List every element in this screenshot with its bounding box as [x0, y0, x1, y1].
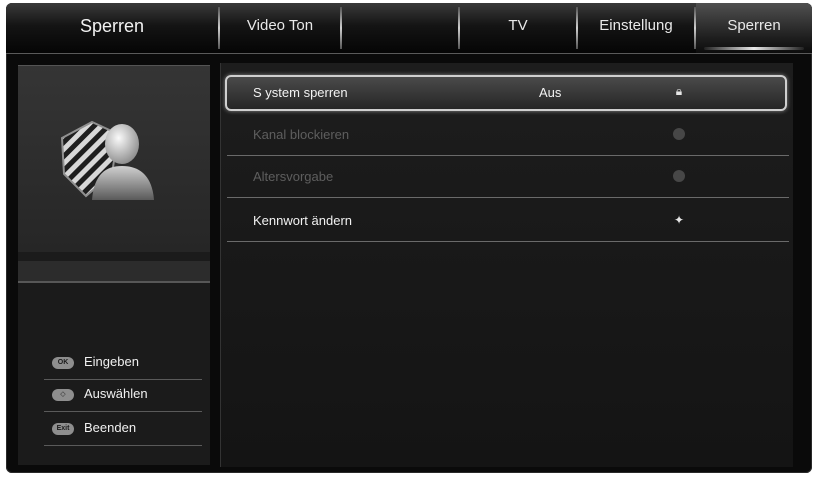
hint-label: Auswählen — [84, 386, 148, 401]
user-lock-icon — [60, 120, 154, 200]
top-bar: Sperren Video Ton TV Einstellung Sperren — [6, 3, 812, 54]
dot-icon — [673, 128, 685, 140]
tab-empty[interactable] — [342, 3, 458, 53]
tab-tv[interactable]: TV — [460, 3, 576, 53]
hint-exit: Exit Beenden — [44, 417, 202, 446]
tab-video-ton[interactable]: Video Ton — [220, 3, 340, 53]
info-strip — [18, 261, 210, 283]
menu-item-label: S ystem sperren — [253, 85, 348, 100]
tab-sperren[interactable]: Sperren — [696, 3, 812, 53]
dot-icon — [673, 170, 685, 182]
exit-key-icon: Exit — [52, 423, 74, 435]
tab-einstellung[interactable]: Einstellung — [578, 3, 694, 53]
menu-item-system-sperren[interactable]: S ystem sperren Aus 🔒︎ — [225, 75, 787, 111]
navigate-key-icon: ◇ — [52, 389, 74, 401]
menu-item-altersvorgabe[interactable]: Altersvorgabe — [227, 159, 789, 198]
hint-ok: OK Eingeben — [44, 351, 202, 380]
menu-item-kanal-blockieren[interactable]: Kanal blockieren — [227, 117, 789, 156]
lock-icon: 🔒︎ — [675, 84, 683, 98]
menu-item-label: Altersvorgabe — [253, 169, 334, 184]
hint-navigate: ◇ Auswählen — [44, 383, 202, 412]
hint-label: Eingeben — [84, 354, 139, 369]
avatar-panel — [18, 65, 210, 252]
ok-key-icon: OK — [52, 357, 74, 369]
menu-item-label: Kanal blockieren — [253, 127, 350, 142]
hint-label: Beenden — [84, 420, 137, 435]
tv-menu-window: Sperren Video Ton TV Einstellung Sperren — [6, 3, 812, 473]
menu-item-kennwort-aendern[interactable]: Kennwort ändern ✦ — [227, 203, 789, 242]
sidebar: OK Eingeben ◇ Auswählen Exit Beenden — [18, 65, 210, 465]
menu-item-label: Kennwort ändern — [253, 213, 353, 228]
key-icon: ✦ — [673, 213, 685, 227]
menu-panel: S ystem sperren Aus 🔒︎ Kanal blockieren … — [220, 63, 793, 467]
page-title: Sperren — [79, 16, 145, 36]
menu-item-value: Aus — [539, 85, 562, 100]
